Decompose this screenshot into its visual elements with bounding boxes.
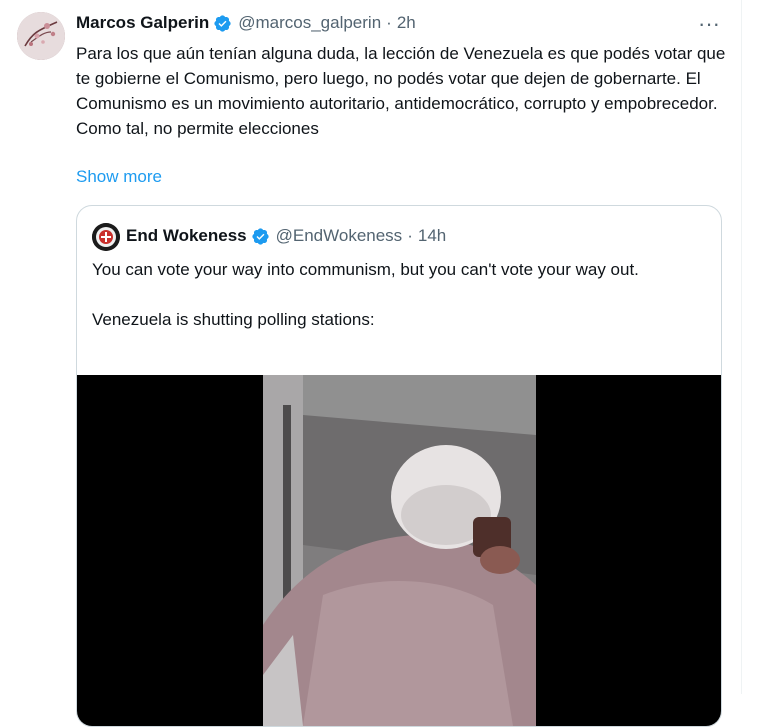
quoted-author-handle[interactable]: @EndWokeness (276, 226, 403, 246)
verified-badge-icon (252, 227, 269, 245)
tweet-header: Marcos Galperin @marcos_galperin · 2h (76, 12, 416, 34)
author-avatar[interactable] (17, 12, 65, 60)
verified-badge-icon (214, 14, 231, 32)
quoted-tweet-header: End Wokeness @EndWokeness · 14h (126, 224, 446, 248)
quoted-author-avatar[interactable] (92, 223, 120, 251)
video-frame[interactable] (263, 375, 536, 726)
author-name[interactable]: Marcos Galperin (76, 13, 209, 33)
quoted-tweet-text: You can vote your way into communism, bu… (92, 257, 702, 332)
author-handle[interactable]: @marcos_galperin (238, 13, 381, 33)
separator-dot: · (386, 13, 392, 32)
quoted-tweet[interactable]: End Wokeness @EndWokeness · 14h You can … (76, 205, 722, 727)
video-media[interactable] (77, 375, 721, 726)
tweet-timestamp[interactable]: 2h (397, 13, 416, 33)
separator-dot: · (407, 226, 413, 245)
tweet-text: Para los que aún tenían alguna duda, la … (76, 44, 726, 138)
show-more-link[interactable]: Show more (76, 166, 162, 188)
more-options-icon[interactable]: ··· (696, 13, 722, 35)
quoted-tweet-timestamp[interactable]: 14h (418, 226, 446, 246)
quoted-text-line1: You can vote your way into communism, bu… (92, 260, 639, 279)
quoted-author-name[interactable]: End Wokeness (126, 226, 247, 246)
video-still-image (263, 375, 536, 726)
timeline-divider (741, 0, 742, 694)
quoted-text-line2: Venezuela is shutting polling stations: (92, 310, 375, 329)
